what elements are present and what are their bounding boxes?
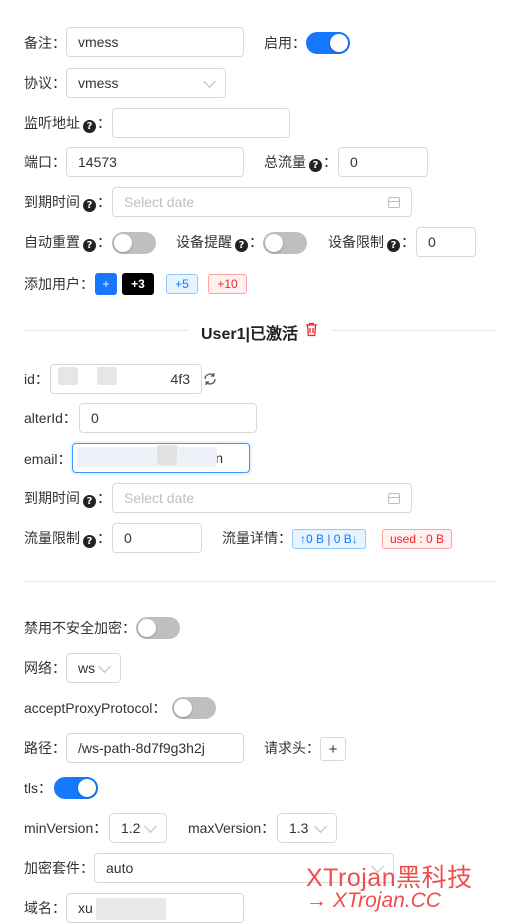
user-title: User1|已激活 [201, 326, 298, 343]
accept-proxy-row: acceptProxyProtocol： [24, 692, 496, 724]
traffic-detail-label: 流量详情： [222, 530, 292, 546]
port-input[interactable] [66, 147, 244, 177]
email-label: email： [24, 451, 72, 467]
device-alert-label: 设备提醒?： [176, 234, 263, 252]
add-3-users-button[interactable]: +3 [122, 273, 154, 295]
trash-icon[interactable] [305, 322, 318, 337]
help-icon[interactable]: ? [309, 159, 322, 172]
redacted-area [77, 447, 217, 467]
protocol-value: vmess [78, 75, 119, 91]
help-icon[interactable]: ? [83, 535, 96, 548]
device-limit-row: 设备限制?： [328, 226, 415, 258]
listen-label: 监听地址?： [24, 115, 111, 133]
min-version-value: 1.2 [121, 820, 141, 836]
traffic-limit-input[interactable] [112, 523, 202, 553]
network-select[interactable]: ws [66, 653, 121, 683]
path-input[interactable] [66, 733, 244, 763]
cipher-label: 加密套件： [24, 860, 94, 876]
help-icon[interactable]: ? [83, 120, 96, 133]
redacted-area [157, 445, 177, 465]
id-label: id： [24, 371, 49, 387]
domain-label: 域名： [24, 900, 66, 916]
divider-right [332, 330, 496, 331]
path-label: 路径： [24, 740, 66, 756]
calendar-icon [388, 492, 400, 504]
disable-insecure-switch[interactable] [136, 617, 180, 639]
expiry-datepicker[interactable]: Select date [112, 187, 412, 217]
headers-row: 请求头： [264, 732, 320, 764]
headers-label: 请求头： [264, 740, 320, 756]
alterid-label: alterId： [24, 410, 77, 426]
tls-label: tls： [24, 780, 52, 796]
chevron-down-icon [314, 819, 327, 833]
auto-reset-label: 自动重置?： [24, 234, 111, 252]
remark-input[interactable] [66, 27, 244, 57]
disable-insecure-row: 禁用不安全加密： [24, 612, 496, 644]
redacted-area [97, 367, 117, 385]
calendar-icon [388, 196, 400, 208]
max-version-label: maxVersion： [188, 820, 276, 836]
enable-row: 启用： [264, 27, 306, 59]
refresh-icon[interactable] [203, 372, 217, 386]
redacted-area [96, 898, 166, 920]
enable-label: 启用： [264, 35, 306, 51]
section-divider [24, 581, 496, 582]
chevron-down-icon [98, 659, 111, 673]
traffic-usage-tag: ↑0 B | 0 B↓ [292, 529, 366, 549]
disable-insecure-label: 禁用不安全加密： [24, 620, 136, 636]
total-traffic-row: 总流量?： [264, 146, 337, 178]
device-limit-input[interactable] [416, 227, 476, 257]
add-header-button[interactable]: + [320, 737, 346, 761]
network-label: 网络： [24, 660, 66, 676]
add-5-users-button[interactable]: +5 [166, 274, 198, 294]
expiry-label: 到期时间?： [24, 194, 111, 212]
add-10-users-button[interactable]: +10 [208, 274, 247, 294]
help-icon[interactable]: ? [83, 495, 96, 508]
accept-proxy-switch[interactable] [172, 697, 216, 719]
min-version-label: minVersion： [24, 820, 108, 836]
remark-label: 备注： [24, 35, 66, 51]
enable-switch[interactable] [306, 32, 350, 54]
cipher-value: auto [106, 860, 134, 876]
tls-switch[interactable] [54, 777, 98, 799]
traffic-detail-row: 流量详情： [222, 522, 292, 554]
max-version-row: maxVersion： [188, 812, 275, 844]
device-alert-row: 设备提醒?： [176, 226, 263, 258]
add-user-label: 添加用户： [24, 276, 94, 292]
redacted-area [58, 367, 78, 385]
max-version-value: 1.3 [289, 820, 309, 836]
divider-left [24, 330, 188, 331]
port-label: 端口： [24, 154, 66, 170]
chevron-down-icon [144, 819, 157, 833]
user-expiry-datepicker[interactable]: Select date [112, 483, 412, 513]
protocol-label: 协议： [24, 75, 66, 91]
add-user-button[interactable]: + [95, 273, 117, 295]
help-icon[interactable]: ? [83, 199, 96, 212]
alterid-input[interactable] [79, 403, 257, 433]
min-version-select[interactable]: 1.2 [109, 813, 167, 843]
watermark-url: → XTrojan.CC [306, 889, 441, 912]
total-traffic-input[interactable] [338, 147, 428, 177]
max-version-select[interactable]: 1.3 [277, 813, 337, 843]
help-icon[interactable]: ? [83, 239, 96, 252]
help-icon[interactable]: ? [387, 239, 400, 252]
total-traffic-label: 总流量?： [264, 154, 337, 172]
user-expiry-placeholder: Select date [124, 490, 195, 506]
user-expiry-label: 到期时间?： [24, 490, 111, 508]
auto-reset-switch[interactable] [112, 232, 156, 254]
protocol-select[interactable]: vmess [66, 68, 226, 98]
accept-proxy-label: acceptProxyProtocol： [24, 700, 167, 716]
chevron-down-icon [203, 74, 216, 88]
traffic-limit-label: 流量限制?： [24, 530, 111, 548]
expiry-placeholder: Select date [124, 194, 195, 210]
traffic-used-tag: used : 0 B [382, 529, 453, 549]
device-alert-switch[interactable] [263, 232, 307, 254]
listen-input[interactable] [112, 108, 290, 138]
help-icon[interactable]: ? [235, 239, 248, 252]
device-limit-label: 设备限制?： [328, 234, 415, 252]
network-value: ws [78, 660, 96, 676]
